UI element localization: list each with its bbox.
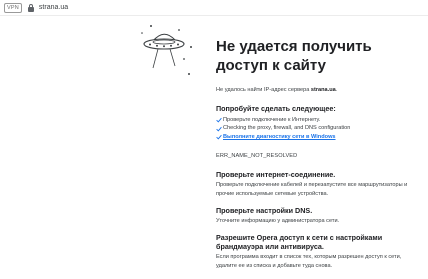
section-heading: Разрешите Opera доступ к сети с настройк… [216, 233, 383, 252]
try-list: Проверьте подключение к Интернету. Check… [216, 116, 420, 141]
list-item: Checking the proxy, firewall, and DNS co… [216, 124, 420, 132]
network-diagnostics-link[interactable]: Выполните диагностику сети в Windows [223, 133, 336, 141]
lock-icon[interactable] [27, 3, 34, 12]
try-heading: Попробуйте сделать следующее: [216, 104, 336, 113]
page-title: Не удается получить доступ к сайту [216, 38, 372, 74]
subtitle-suffix: . [335, 87, 338, 93]
list-item: Проверьте подключение к Интернету. [216, 116, 420, 124]
vpn-badge[interactable]: VPN [4, 2, 22, 13]
section-heading: Проверьте интернет-соединение. [216, 170, 336, 180]
list-item: Выполните диагностику сети в Windows [216, 133, 420, 141]
error-content: Не удается получить доступ к сайту Не уд… [216, 37, 420, 278]
ufo-icon [141, 25, 192, 75]
url-text[interactable]: strana.ua [39, 4, 68, 11]
error-page: VPN strana.ua Не удается получить доступ… [0, 0, 428, 279]
check-icon [216, 117, 223, 123]
help-section: Разрешите Opera доступ к сети с настройк… [216, 233, 420, 270]
subtitle-prefix: Не удалось найти IP-адрес сервера [216, 87, 311, 93]
list-item-text: Checking the proxy, firewall, and DNS co… [223, 125, 351, 132]
address-bar: VPN strana.ua [0, 0, 428, 16]
section-body: Проверьте подключение кабелей и перезапу… [216, 182, 408, 197]
check-icon [216, 126, 223, 132]
check-icon [216, 134, 223, 140]
list-item-text: Проверьте подключение к Интернету. [223, 117, 321, 123]
section-heading: Проверьте настройки DNS. [216, 206, 313, 216]
section-body: Уточните информацию у администратора сет… [216, 218, 340, 225]
help-section: Проверьте настройки DNS. Уточните информ… [216, 206, 420, 225]
subtitle-host: strana.ua [310, 87, 336, 93]
error-code: ERR_NAME_NOT_RESOLVED [216, 153, 298, 160]
help-section: Проверьте интернет-соединение. Проверьте… [216, 170, 420, 198]
section-body: Если программа входит в список тех, кото… [216, 254, 402, 269]
error-subtitle: Не удалось найти IP-адрес сервера strana… [216, 87, 420, 93]
